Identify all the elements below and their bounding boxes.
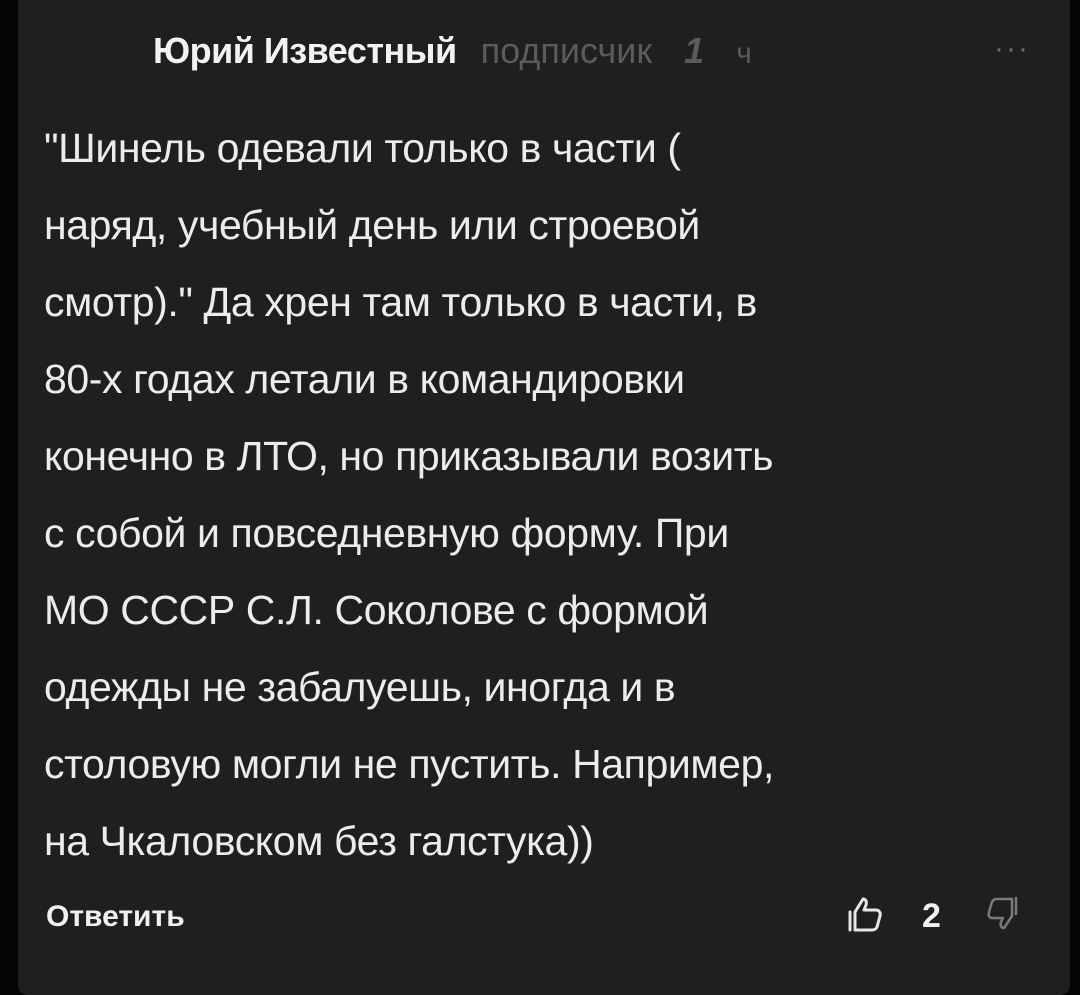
timestamp-value: 1 [684, 30, 705, 71]
timestamp-unit: ч [736, 37, 752, 70]
comment-header: Юрий Известный подписчик 1 ч [153, 30, 752, 90]
reply-button[interactable]: Ответить [46, 900, 185, 934]
more-options-icon[interactable]: ··· [994, 34, 1030, 64]
comment-text: "Шинель одевали только в части ( наряд, … [44, 125, 774, 864]
thumb-up-icon[interactable] [844, 894, 884, 934]
comment-card: Юрий Известный подписчик 1 ч ··· "Шинель… [18, 0, 1070, 995]
author-role: подписчик [480, 30, 653, 71]
author-name[interactable]: Юрий Известный [153, 30, 457, 72]
thumb-down-icon[interactable] [986, 894, 1022, 934]
like-count: 2 [922, 897, 941, 935]
